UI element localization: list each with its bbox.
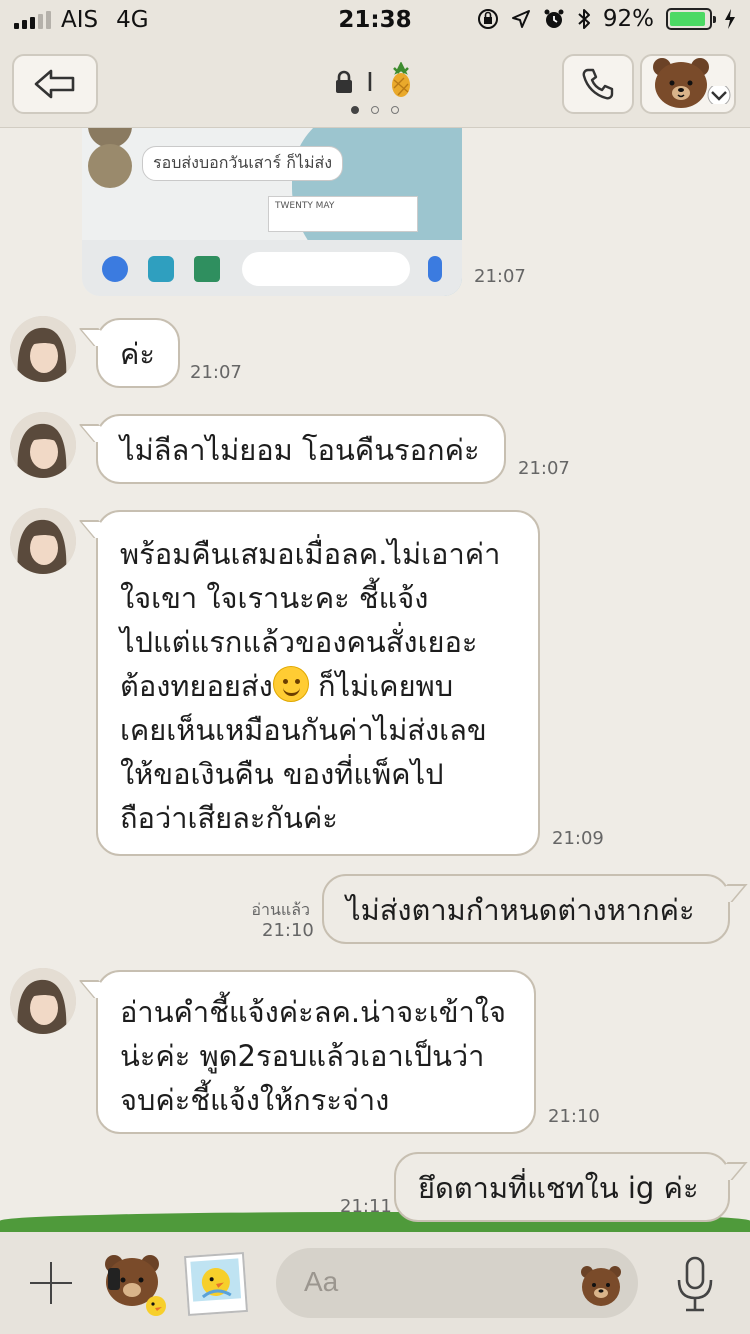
message-line: เคยเห็นเหมือนกันค่าไม่ส่งเลข — [120, 713, 487, 747]
alarm-icon — [544, 9, 564, 28]
avatar-photo — [10, 508, 76, 574]
chat-title[interactable]: I — [0, 61, 750, 98]
location-icon — [511, 10, 530, 28]
avatar[interactable] — [10, 412, 76, 478]
call-button[interactable] — [562, 54, 634, 114]
orientation-lock-icon — [477, 9, 498, 29]
sticker-icon[interactable] — [100, 1250, 168, 1318]
page-dot — [391, 106, 399, 114]
message-text: ไม่ส่งตามกำหนดต่างหากค่ะ — [346, 893, 695, 927]
charging-icon — [725, 9, 735, 29]
photo-sticker-icon[interactable] — [183, 1251, 249, 1317]
avatar-photo — [10, 968, 76, 1034]
microphone-icon — [428, 256, 442, 282]
message-time: 21:09 — [552, 828, 604, 849]
message-line: ให้ขอเงินคืน ของที่แพ็คไป — [120, 757, 444, 791]
smiling-face-emoji-icon — [272, 666, 309, 702]
avatar[interactable] — [10, 316, 76, 382]
message-time: 21:07 — [474, 266, 526, 287]
chat-title-text: I — [366, 68, 374, 98]
message-bubble[interactable]: พร้อมคืนเสมอเมื่อลค.ไม่เอาค่า ใจเขา ใจเร… — [96, 510, 540, 856]
message-text: ก็ไม่เคยพบ — [308, 669, 454, 703]
message-line: ถือว่าเสียละกันค่ะ — [120, 801, 338, 835]
avatar-photo — [10, 412, 76, 478]
page-dot — [351, 106, 359, 114]
input-bar: Aa — [0, 1232, 750, 1334]
message-time: 21:07 — [518, 458, 570, 479]
image-card-text: TWENTY MAY — [268, 196, 418, 232]
message-text: ไม่ลีลาไม่ยอม โอนคืนรอกค่ะ — [120, 433, 480, 467]
profile-menu-button[interactable] — [640, 54, 736, 114]
message-text: ค่ะ — [120, 337, 155, 371]
message-time: 21:07 — [190, 362, 242, 383]
image-inner-text: รอบส่งบอกวันเสาร์ ก็ไม่ส่ง — [142, 146, 344, 181]
message-text: ยึดตามที่แชทใน ig ค่ะ — [418, 1171, 699, 1205]
pineapple-icon — [392, 61, 411, 97]
chat-header: I — [0, 40, 750, 128]
message-time: 21:10 — [262, 920, 314, 941]
microphone-icon[interactable] — [670, 1254, 720, 1314]
message-bubble[interactable]: อ่านคำชี้แจ้งค่ะลค.น่าจะเข้าใจ น่ะค่ะ พู… — [96, 970, 536, 1134]
plus-icon — [102, 256, 128, 282]
page-indicator — [0, 106, 750, 114]
message-bubble[interactable]: ยึดตามที่แชทใน ig ค่ะ — [394, 1152, 730, 1222]
image-message[interactable]: รอบส่งบอกวันเสาร์ ก็ไม่ส่ง TWENTY MAY — [82, 128, 462, 296]
message-bubble[interactable]: ไม่ส่งตามกำหนดต่างหากค่ะ — [322, 874, 730, 944]
message-line: พร้อมคืนเสมอเมื่อลค.ไม่เอาค่า — [120, 537, 501, 571]
phone-icon — [582, 68, 614, 100]
message-bubble[interactable]: ไม่ลีลาไม่ยอม โอนคืนรอกค่ะ — [96, 414, 506, 484]
camera-icon — [148, 256, 174, 282]
battery-icon — [666, 8, 716, 30]
emoji-bear-icon[interactable] — [578, 1262, 624, 1308]
avatar[interactable] — [10, 508, 76, 574]
thumbnail-avatar — [88, 144, 132, 188]
brown-bear-icon — [653, 58, 709, 108]
page-dot — [371, 106, 379, 114]
message-line: ใจเขา ใจเรานะคะ ชี้แจ้ง — [120, 581, 429, 615]
message-time: 21:11 — [340, 1196, 392, 1217]
avatar-photo — [10, 316, 76, 382]
message-text: ต้องทยอยส่ง — [120, 669, 273, 703]
status-bar: AIS 4G 21:38 92% — [0, 0, 750, 40]
lock-icon — [335, 70, 352, 93]
image-icon — [194, 256, 220, 282]
chevron-down-icon — [707, 86, 731, 104]
avatar[interactable] — [10, 968, 76, 1034]
message-line: ต้องทยอยส่ง ก็ไม่เคยพบ — [120, 664, 516, 708]
message-line: อ่านคำชี้แจ้งค่ะลค.น่าจะเข้าใจ — [120, 995, 506, 1029]
message-line: ไปแต่แรกแล้วของคนสั่งเยอะ — [120, 625, 478, 659]
message-bubble[interactable]: ค่ะ — [96, 318, 180, 388]
battery-percent: 92% — [602, 6, 654, 32]
bluetooth-icon — [578, 9, 590, 29]
message-time: 21:10 — [548, 1106, 600, 1127]
message-line: น่ะค่ะ พูด2รอบแล้วเอาเป็นว่า — [120, 1039, 485, 1073]
message-line: จบค่ะชี้แจ้งให้กระจ่าง — [120, 1083, 390, 1117]
plus-icon[interactable] — [26, 1258, 76, 1308]
